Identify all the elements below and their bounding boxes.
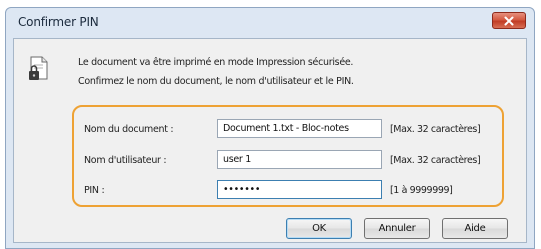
document-name-field[interactable]: Document 1.txt - Bloc-notes bbox=[217, 119, 382, 138]
help-button[interactable]: Aide bbox=[442, 218, 508, 239]
close-button[interactable] bbox=[492, 12, 526, 29]
user-name-field[interactable]: user 1 bbox=[217, 150, 382, 169]
user-name-hint: [Max. 32 caractères] bbox=[390, 155, 481, 166]
pin-field[interactable]: ••••••• bbox=[217, 180, 382, 199]
document-lock-icon bbox=[29, 56, 48, 80]
confirm-pin-dialog: Confirmer PIN Le document va être imprim… bbox=[5, 7, 535, 249]
pin-label: PIN : bbox=[84, 185, 105, 196]
dialog-body: Le document va être imprimé en mode Impr… bbox=[13, 38, 527, 243]
ok-button[interactable]: OK bbox=[286, 218, 352, 239]
title-bar[interactable]: Confirmer PIN bbox=[6, 8, 534, 38]
message-line-1: Le document va être imprimé en mode Impr… bbox=[78, 57, 354, 68]
document-name-label: Nom du document : bbox=[84, 124, 174, 135]
window-title: Confirmer PIN bbox=[18, 15, 99, 29]
user-name-label: Nom d'utilisateur : bbox=[84, 155, 167, 166]
pin-hint: [1 à 9999999] bbox=[390, 185, 453, 196]
cancel-button[interactable]: Annuler bbox=[364, 218, 430, 239]
document-name-hint: [Max. 32 caractères] bbox=[390, 124, 481, 135]
close-icon bbox=[504, 16, 514, 25]
message-line-2: Confirmez le nom du document, le nom d'u… bbox=[78, 76, 354, 87]
